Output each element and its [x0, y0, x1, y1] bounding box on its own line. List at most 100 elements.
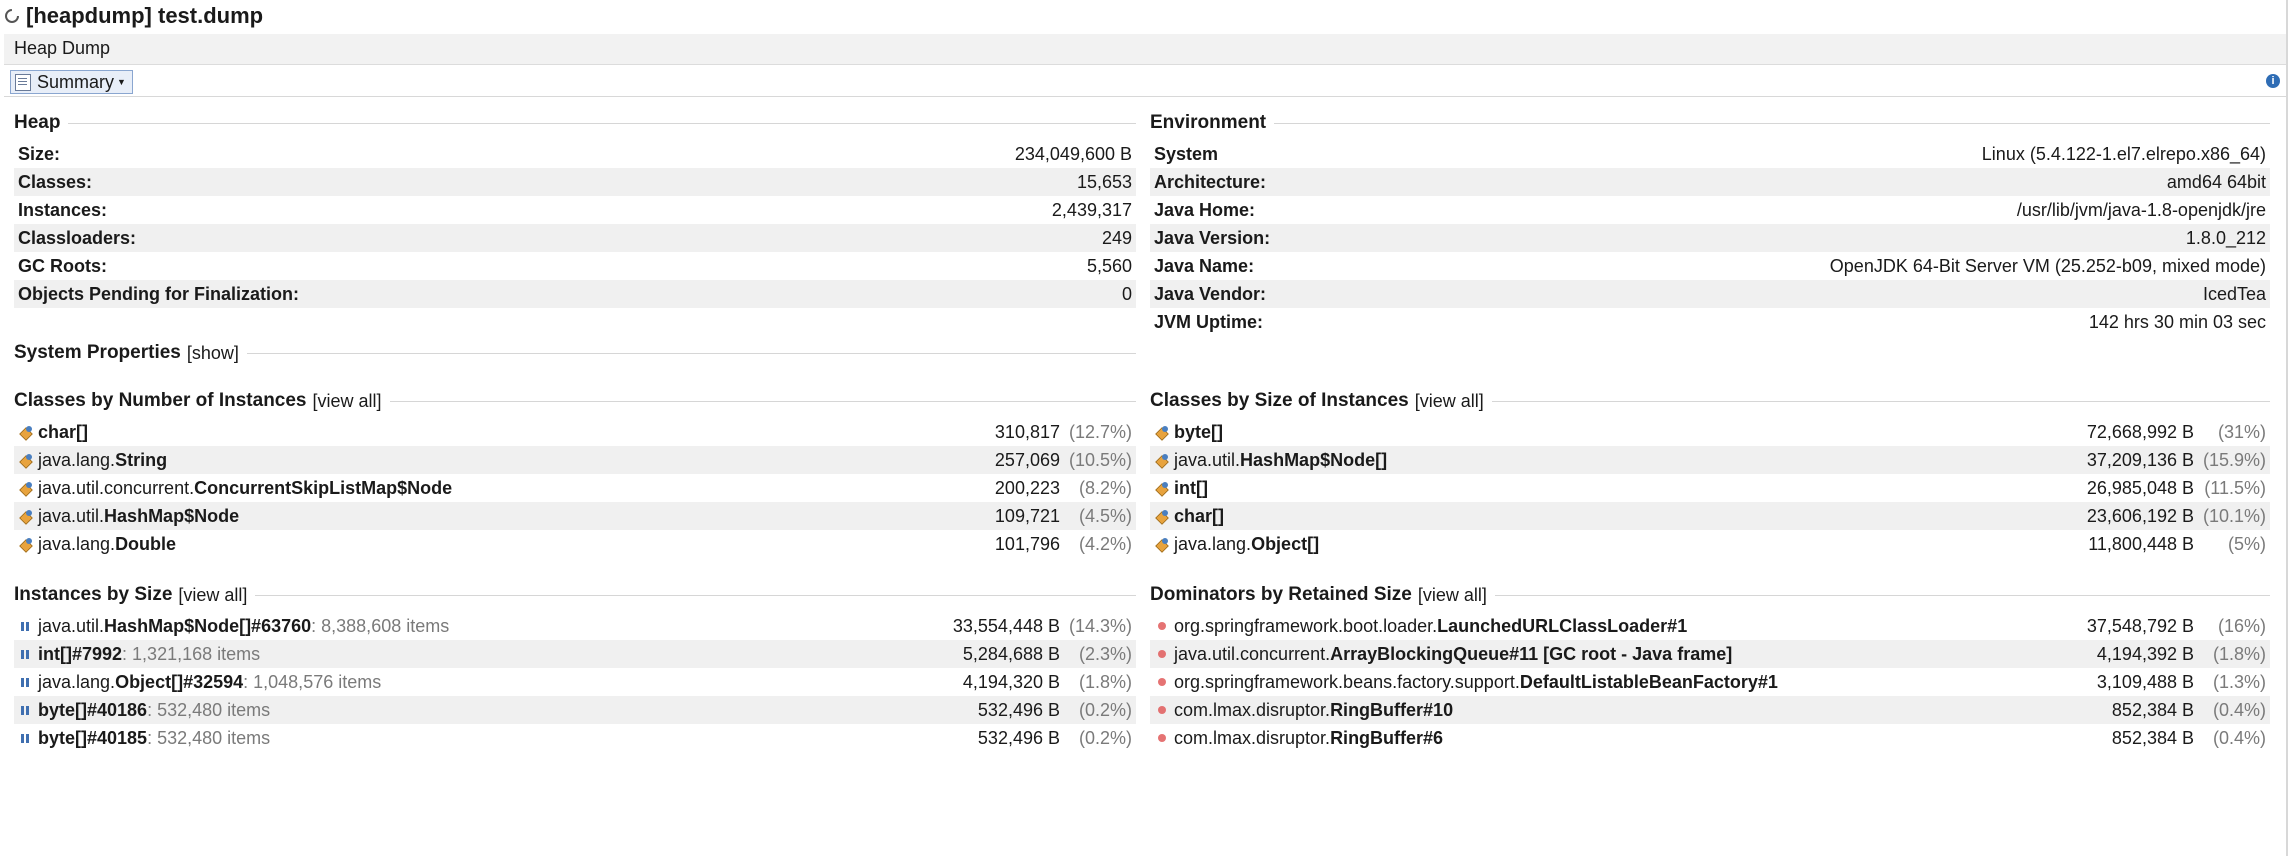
table-row[interactable]: byte[]#40186: 532,480 items 532,496 B (0.2… [14, 696, 1136, 724]
view-all-link[interactable]: [view all] [1418, 585, 1487, 606]
row-value: 33,554,448 B [952, 615, 1060, 636]
package-name: java.util. [38, 505, 105, 526]
table-row[interactable]: com.lmax.disruptor.RingBuffer#10 852,384 … [1150, 696, 2270, 724]
row-value: 4,194,392 B [2096, 643, 2194, 664]
table-row[interactable]: org.springframework.beans.factory.suppor… [1150, 668, 2270, 696]
tab-heap-dump[interactable]: Heap Dump [14, 38, 110, 59]
row-percent: (10.5%) [1068, 449, 1132, 470]
table-row[interactable]: int[]#7992: 1,321,168 items 5,284,688 B (2… [14, 640, 1136, 668]
class-icon [18, 536, 34, 552]
section-title: Classes by Number of Instances [14, 390, 307, 411]
row-value: 37,548,792 B [2086, 615, 2194, 636]
row-percent: (1.3%) [2212, 671, 2266, 692]
item-count: : 1,321,168 items [122, 643, 261, 664]
window-titlebar: [heapdump] test.dump [0, 0, 2290, 32]
show-link[interactable]: [show] [187, 343, 239, 364]
item-count: : 532,480 items [147, 727, 271, 748]
class-name: HashMap$Node[]#63760 [104, 615, 312, 636]
table-row[interactable]: java.util.concurrent.ConcurrentSkipListM… [14, 474, 1136, 502]
object-name: int[] [1174, 478, 1208, 499]
view-all-link[interactable]: [view all] [1415, 391, 1484, 412]
view-all-link[interactable]: [view all] [313, 391, 382, 412]
item-count: : 1,048,576 items [243, 671, 382, 692]
class-name: Double [115, 533, 177, 554]
row-label: GC Roots: [18, 255, 107, 276]
object-instance-icon [1154, 730, 1170, 746]
row-value: 234,049,600 B [1014, 143, 1132, 164]
object-name: org.springframework.beans.factory.suppor… [1174, 672, 1778, 693]
table-row: Java Vendor: IcedTea [1150, 280, 2270, 308]
table-row[interactable]: com.lmax.disruptor.RingBuffer#6 852,384 B… [1150, 724, 2270, 752]
row-label: JVM Uptime: [1154, 311, 1264, 332]
table-row[interactable]: char[] 310,817 (12.7%) [14, 418, 1136, 446]
row-value: amd64 64bit [2166, 171, 2266, 192]
class-name: HashMap$Node [104, 505, 240, 526]
environment-section: Environment System Linux (5.4.122-1.el7.e… [1150, 110, 2270, 336]
row-percent: (5%) [2227, 533, 2266, 554]
table-row[interactable]: java.util.HashMap$Node[] 37,209,136 B (15.… [1150, 446, 2270, 474]
row-label: Classloaders: [18, 227, 137, 248]
summary-dropdown[interactable]: Summary ▼ [10, 70, 133, 94]
row-percent: (31%) [2217, 421, 2266, 442]
array-instance-icon [18, 674, 34, 690]
class-icon [18, 452, 34, 468]
object-name: com.lmax.disruptor.RingBuffer#6 [1174, 728, 1443, 749]
row-percent: (1.8%) [2212, 643, 2266, 664]
class-name: byte[]#40185 [38, 727, 148, 748]
class-icon [18, 480, 34, 496]
table-row[interactable]: int[] 26,985,048 B (11.5%) [1150, 474, 2270, 502]
object-instance-icon [1154, 702, 1170, 718]
table-row[interactable]: java.lang.Object[] 11,800,448 B (5%) [1150, 530, 2270, 558]
row-percent: (2.3%) [1078, 643, 1132, 664]
table-row[interactable]: java.lang.Double 101,796 (4.2%) [14, 530, 1136, 558]
class-name: ConcurrentSkipListMap$Node [194, 477, 453, 498]
class-icon [18, 424, 34, 440]
table-row[interactable]: char[] 23,606,192 B (10.1%) [1150, 502, 2270, 530]
dominators-table: org.springframework.boot.loader.Launched… [1150, 612, 2270, 752]
row-value: 3,109,488 B [2096, 671, 2194, 692]
package-name: java.lang. [38, 449, 116, 470]
summary-label: Summary [37, 71, 115, 92]
table-row[interactable]: java.util.HashMap$Node[]#63760: 8,388,60… [14, 612, 1136, 640]
table-row[interactable]: byte[]#40185: 532,480 items 532,496 B (0.2… [14, 724, 1136, 752]
vertical-scrollbar[interactable] [2286, 0, 2288, 856]
table-row: JVM Uptime: 142 hrs 30 min 03 sec [1150, 308, 2270, 336]
row-value: 1.8.0_212 [2185, 227, 2266, 248]
package-name: org.springframework.boot.loader. [1174, 615, 1438, 636]
info-icon[interactable]: i [2266, 74, 2280, 88]
heap-section: Heap Size: 234,049,600 B Classes: 15,653 Ins… [14, 110, 1136, 308]
table-row[interactable]: java.lang.Object[]#32594: 1,048,576 item… [14, 668, 1136, 696]
array-instance-icon [18, 618, 34, 634]
object-name: java.lang.String [38, 450, 167, 471]
row-label: Java Name: [1154, 255, 1255, 276]
table-row: Architecture: amd64 64bit [1150, 168, 2270, 196]
class-icon [1154, 508, 1170, 524]
table-row[interactable]: java.util.HashMap$Node 109,721 (4.5%) [14, 502, 1136, 530]
row-value: 109,721 [994, 505, 1060, 526]
dominators-section: Dominators by Retained Size [view all] o… [1150, 582, 2270, 752]
object-name: com.lmax.disruptor.RingBuffer#10 [1174, 700, 1453, 721]
array-instance-icon [18, 646, 34, 662]
class-name: DefaultListableBeanFactory#1 [1519, 671, 1778, 692]
table-row: Classloaders: 249 [14, 224, 1136, 252]
row-percent: (4.2%) [1078, 533, 1132, 554]
row-label: System [1154, 143, 1219, 164]
section-title: Classes by Size of Instances [1150, 390, 1409, 411]
package-name: java.util.concurrent. [1174, 643, 1331, 664]
object-name: java.lang.Object[] [1174, 534, 1319, 555]
table-row[interactable]: org.springframework.boot.loader.Launched… [1150, 612, 2270, 640]
table-row[interactable]: byte[] 72,668,992 B (31%) [1150, 418, 2270, 446]
table-row: Instances: 2,439,317 [14, 196, 1136, 224]
class-name: ArrayBlockingQueue#11 [GC root - Java fr… [1330, 643, 1733, 664]
package-name: com.lmax.disruptor. [1174, 727, 1331, 748]
divider [1494, 594, 2270, 596]
table-row: Classes: 15,653 [14, 168, 1136, 196]
class-icon [1154, 536, 1170, 552]
view-all-link[interactable]: [view all] [178, 585, 247, 606]
row-value: OpenJDK 64-Bit Server VM (25.252-b09, mi… [1829, 255, 2266, 276]
table-row[interactable]: java.lang.String 257,069 (10.5%) [14, 446, 1136, 474]
row-label: Java Home: [1154, 199, 1256, 220]
table-row[interactable]: java.util.concurrent.ArrayBlockingQueue#… [1150, 640, 2270, 668]
row-value: 5,284,688 B [962, 643, 1060, 664]
classes-by-size-section: Classes by Size of Instances [view all] … [1150, 388, 2270, 558]
